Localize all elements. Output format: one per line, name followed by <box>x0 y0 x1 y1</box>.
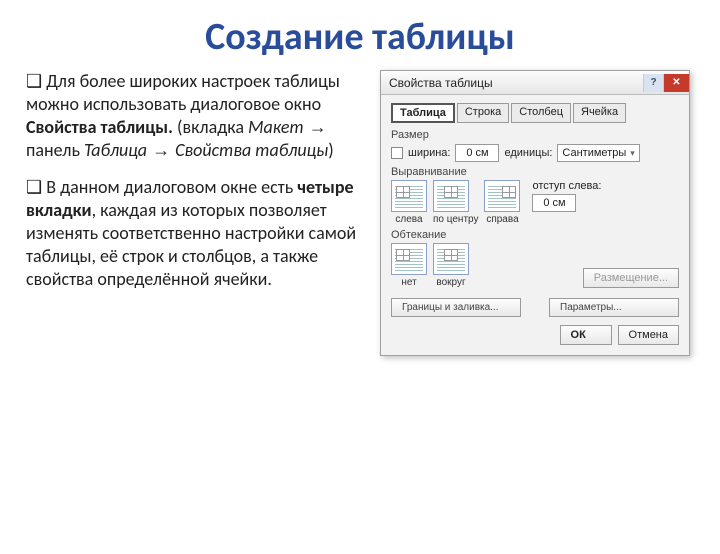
para1-i2: Таблица <box>84 139 147 161</box>
para1-i1: Макет <box>248 116 304 138</box>
wrap-label: Обтекание <box>391 229 679 241</box>
wrap-none-icon[interactable] <box>391 243 427 275</box>
width-spinner[interactable]: 0 см <box>455 144 499 162</box>
dialog-titlebar[interactable]: Свойства таблицы ? ✕ <box>381 71 689 95</box>
para1-i3: Свойства таблицы <box>175 139 328 161</box>
align-right-icon[interactable] <box>484 180 520 212</box>
tab-column[interactable]: Столбец <box>511 103 571 123</box>
para1-end: ) <box>328 139 333 161</box>
slide-title: Создание таблицы <box>0 14 720 60</box>
params-button[interactable]: Параметры... <box>549 298 679 317</box>
alignment-label: Выравнивание <box>391 166 679 178</box>
wrap-none-label: нет <box>391 277 427 288</box>
units-dropdown[interactable]: Сантиметры <box>557 144 639 162</box>
para1-text: ❑ Для более широких настроек таблицы мож… <box>26 70 340 115</box>
tab-cell[interactable]: Ячейка <box>573 103 626 123</box>
tab-row[interactable]: Строка <box>457 103 509 123</box>
borders-button[interactable]: Границы и заливка... <box>391 298 521 317</box>
size-label: Размер <box>391 129 679 141</box>
dialog-title: Свойства таблицы <box>389 76 643 90</box>
paragraph-2: ❑ В данном диалоговом окне есть четыре в… <box>26 176 370 291</box>
indent-spinner[interactable]: 0 см <box>532 194 576 212</box>
text-column: ❑ Для более широких настроек таблицы мож… <box>0 70 380 305</box>
table-properties-dialog: Свойства таблицы ? ✕ Таблица Строка Стол… <box>380 70 690 356</box>
wrap-group: нет вокруг <box>391 243 469 288</box>
wrap-around-icon[interactable] <box>433 243 469 275</box>
align-center-icon[interactable] <box>433 180 469 212</box>
para1-bold: Свойства таблицы. <box>26 116 173 138</box>
para1-mid2: панель <box>26 139 84 161</box>
ok-button[interactable]: ОК <box>560 325 612 345</box>
width-check-label: ширина: <box>408 147 450 159</box>
align-right-label: справа <box>484 214 520 225</box>
paragraph-1: ❑ Для более широких настроек таблицы мож… <box>26 70 370 162</box>
alignment-group: слева по центру справа <box>391 180 520 225</box>
align-left-icon[interactable] <box>391 180 427 212</box>
placement-button[interactable]: Размещение... <box>583 268 679 288</box>
width-checkbox[interactable] <box>391 147 403 159</box>
indent-box: отступ слева: 0 см <box>532 180 601 212</box>
tab-table[interactable]: Таблица <box>391 103 455 123</box>
indent-label: отступ слева: <box>532 180 601 192</box>
para1-mid1: (вкладка <box>173 116 248 138</box>
wrap-around-label: вокруг <box>433 277 469 288</box>
align-center-label: по центру <box>433 214 478 225</box>
para1-arrow2: → <box>147 140 175 160</box>
units-value: Сантиметры <box>562 147 626 159</box>
align-left-label: слева <box>391 214 427 225</box>
help-button[interactable]: ? <box>643 74 663 92</box>
para1-arrow1: → <box>304 117 327 137</box>
tab-strip: Таблица Строка Столбец Ячейка <box>391 103 679 123</box>
para2-prefix: ❑ В данном диалоговом окне есть <box>26 176 297 198</box>
close-button[interactable]: ✕ <box>663 74 689 92</box>
cancel-button[interactable]: Отмена <box>618 325 679 345</box>
units-label: единицы: <box>504 147 552 159</box>
